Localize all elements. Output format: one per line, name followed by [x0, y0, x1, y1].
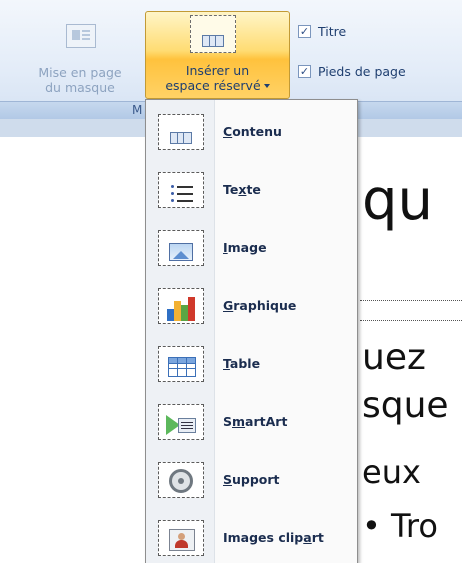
menu-item-texte[interactable]: Texte — [148, 166, 356, 214]
checkmark-icon: ✓ — [298, 65, 311, 78]
menu-item-contenu[interactable]: Contenu — [148, 108, 356, 156]
clipart-placeholder-icon — [158, 520, 204, 556]
slide-text-fragment: eux — [362, 453, 421, 491]
text-placeholder-icon — [158, 172, 204, 208]
chart-placeholder-icon — [158, 288, 204, 324]
menu-item-label: Graphique — [223, 298, 297, 313]
insert-placeholder-label: Insérer un espace réservé — [146, 63, 289, 93]
menu-item-support[interactable]: Support — [148, 456, 356, 504]
slide-bullet-fragment: • Tro — [362, 507, 438, 545]
content-placeholder-icon — [158, 114, 204, 150]
menu-item-label: Images clipart — [223, 530, 324, 545]
image-placeholder-icon — [158, 230, 204, 266]
menu-item-images-clipart[interactable]: Images clipart — [148, 514, 356, 562]
media-placeholder-icon — [158, 462, 204, 498]
table-placeholder-icon — [158, 346, 204, 382]
menu-item-label: SmartArt — [223, 414, 288, 429]
menu-item-table[interactable]: Table — [148, 340, 356, 388]
menu-item-label: Support — [223, 472, 280, 487]
menu-item-label: Image — [223, 240, 267, 255]
menu-item-smartart[interactable]: SmartArt — [148, 398, 356, 446]
master-layout-icon — [66, 24, 96, 48]
menu-item-graphique[interactable]: Graphique — [148, 282, 356, 330]
master-layout-label: Mise en page du masque — [38, 65, 122, 95]
placeholder-border — [360, 300, 462, 301]
placeholder-dropdown-menu: Contenu Texte Image Graphique Table Smar… — [145, 99, 358, 563]
slide-text-fragment: sque — [362, 385, 449, 426]
menu-item-label: Contenu — [223, 124, 282, 139]
placeholder-border — [360, 320, 462, 321]
insert-placeholder-button[interactable]: Insérer un espace réservé — [145, 11, 290, 99]
insert-placeholder-icon — [190, 15, 236, 53]
checkmark-icon: ✓ — [298, 25, 311, 38]
slide-title-fragment: qu — [362, 168, 434, 233]
slide-text-fragment: uez — [362, 337, 426, 378]
menu-item-label: Texte — [223, 182, 261, 197]
menu-item-image[interactable]: Image — [148, 224, 356, 272]
menu-item-label: Table — [223, 356, 261, 371]
master-layout-button[interactable]: Mise en page du masque — [16, 14, 144, 106]
dropdown-arrow-icon — [263, 84, 270, 88]
smartart-placeholder-icon — [158, 404, 204, 440]
